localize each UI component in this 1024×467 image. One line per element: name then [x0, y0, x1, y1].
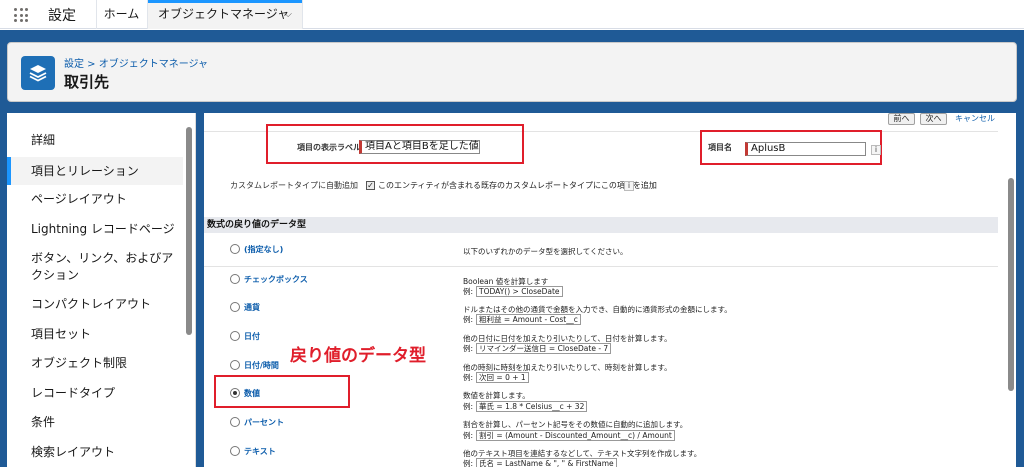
layers-icon: [21, 56, 55, 90]
example-prefix: 例:: [463, 402, 474, 411]
type-label[interactable]: 日付: [244, 331, 260, 342]
type-label[interactable]: テキスト: [244, 446, 276, 457]
example-formula: TODAY() > CloseDate: [476, 286, 563, 297]
example-prefix: 例:: [463, 287, 474, 296]
radio-text[interactable]: [230, 446, 240, 456]
sidebar-item-details[interactable]: 詳細: [7, 133, 183, 148]
display-label-caption: 項目の表示ラベル: [297, 143, 361, 152]
app-launcher-icon[interactable]: [14, 8, 28, 22]
type-label[interactable]: 日付/時間: [244, 360, 279, 371]
custom-report-caption: カスタムレポートタイプに自動追加: [230, 181, 358, 190]
example-formula: 華氏 = 1.8 * Celsius__c + 32: [476, 401, 588, 412]
sidebar: 詳細 項目とリレーション ページレイアウト Lightning レコードページ …: [7, 113, 196, 467]
page-title: 取引先: [64, 73, 110, 91]
type-example: 例: TODAY() > CloseDate: [463, 286, 563, 297]
radio-date[interactable]: [230, 331, 240, 341]
example-formula: 割引 = (Amount - Discounted_Amount__c) / A…: [476, 430, 675, 441]
type-label[interactable]: パーセント: [244, 417, 284, 428]
prev-button[interactable]: 前へ: [888, 113, 915, 125]
next-button[interactable]: 次へ: [920, 113, 947, 125]
app-name: 設定: [48, 8, 76, 24]
radio-percent[interactable]: [230, 417, 240, 427]
radio-checkbox[interactable]: [230, 274, 240, 284]
type-label[interactable]: 通貨: [244, 302, 260, 313]
example-prefix: 例:: [463, 344, 474, 353]
sidebar-item-object-limits[interactable]: オブジェクト制限: [7, 356, 183, 371]
object-header: 設定 > オブジェクトマネージャ 取引先: [7, 42, 1017, 102]
radio-datetime[interactable]: [230, 360, 240, 370]
sidebar-item-search-layouts[interactable]: 検索レイアウト: [7, 445, 183, 460]
type-description: 割合を計算し、パーセント記号をその数値に自動的に追加します。: [463, 420, 688, 429]
sidebar-item-page-layouts[interactable]: ページレイアウト: [7, 192, 183, 207]
example-formula: 氏名 = LastName & ", " & FirstName: [476, 458, 617, 467]
type-description: 数値を計算します。: [463, 391, 530, 400]
sidebar-item-compact-layouts[interactable]: コンパクトレイアウト: [7, 297, 183, 312]
custom-report-text: このエンティティが含まれる既存のカスタムレポートタイプにこの項目を追加: [378, 181, 657, 190]
sidebar-item-field-sets[interactable]: 項目セット: [7, 327, 183, 342]
sidebar-item-conditions[interactable]: 条件: [7, 415, 183, 430]
sidebar-item-fields-relationships[interactable]: 項目とリレーション: [7, 157, 183, 185]
tab-object-manager-label: オブジェクトマネージャ: [158, 7, 290, 21]
info-icon[interactable]: i: [624, 181, 634, 191]
sidebar-item-lightning-record-pages[interactable]: Lightning レコードページ: [7, 222, 183, 237]
type-example: 例: 割引 = (Amount - Discounted_Amount__c) /…: [463, 430, 675, 441]
radio-none[interactable]: [230, 244, 240, 254]
radio-currency[interactable]: [230, 302, 240, 312]
sidebar-item-buttons-links-actions[interactable]: ボタン、リンク、およびア: [7, 251, 183, 266]
chevron-down-icon[interactable]: ⌵: [284, 0, 292, 29]
main-scrollbar[interactable]: [1008, 178, 1014, 391]
breadcrumb[interactable]: 設定 > オブジェクトマネージャ: [64, 55, 208, 70]
example-prefix: 例:: [463, 431, 474, 440]
type-example: 例: 華氏 = 1.8 * Celsius__c + 32: [463, 401, 588, 412]
info-icon[interactable]: i: [871, 145, 881, 155]
section-header: 数式の戻り値のデータ型: [204, 217, 998, 233]
example-prefix: 例:: [463, 459, 474, 467]
type-description: 以下のいずれかのデータ型を選択してください。: [463, 247, 628, 256]
display-label-input[interactable]: 項目Aと項目Bを足した値: [359, 140, 480, 154]
example-prefix: 例:: [463, 315, 474, 324]
field-name-input[interactable]: AplusB: [745, 142, 866, 156]
main-panel: [204, 113, 1016, 467]
tab-home[interactable]: ホーム: [96, 0, 146, 29]
field-name-caption: 項目名: [708, 143, 732, 152]
global-header: 設定 ホーム オブジェクトマネージャ ⌵: [0, 0, 1024, 29]
example-prefix: 例:: [463, 373, 474, 382]
sidebar-item-record-types[interactable]: レコードタイプ: [7, 386, 183, 401]
tab-object-manager[interactable]: オブジェクトマネージャ ⌵: [147, 0, 303, 29]
type-example: 例: 粗利益 = Amount - Cost__c: [463, 314, 581, 325]
custom-report-checkbox[interactable]: ✓: [366, 181, 375, 190]
type-example: 例: 次回 = 0 + 1: [463, 372, 529, 383]
sidebar-scrollbar[interactable]: [186, 127, 192, 335]
annotation-text: 戻り値のデータ型: [290, 346, 426, 366]
example-formula: 次回 = 0 + 1: [476, 372, 529, 383]
type-example: 例: 氏名 = LastName & ", " & FirstName: [463, 458, 617, 467]
example-formula: リマインダー送信日 = CloseDate - 7: [476, 343, 612, 354]
sidebar-item-buttons-links-actions-cont[interactable]: クション: [7, 268, 183, 283]
divider: [204, 266, 998, 267]
cancel-link[interactable]: キャンセル: [955, 113, 995, 124]
type-label[interactable]: (指定なし): [244, 244, 283, 255]
example-formula: 粗利益 = Amount - Cost__c: [476, 314, 581, 325]
type-example: 例: リマインダー送信日 = CloseDate - 7: [463, 343, 612, 354]
type-label[interactable]: チェックボックス: [244, 274, 308, 285]
highlight-box-number: [214, 375, 350, 408]
